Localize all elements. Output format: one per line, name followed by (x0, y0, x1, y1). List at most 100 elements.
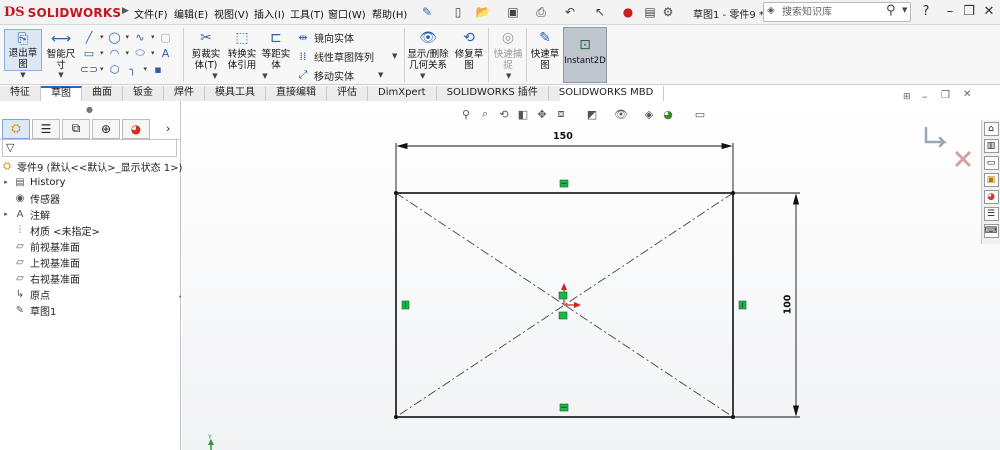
tree-item-top-plane[interactable]: ▱ 上视基准面 (2, 254, 80, 270)
apply-scene-icon[interactable]: ◕ (660, 106, 676, 122)
open-file-icon[interactable]: 📂 (474, 3, 492, 21)
doc-close-icon[interactable]: ✕ (963, 89, 971, 100)
mirror-entities-button[interactable]: ⇹ 镜向实体 (296, 29, 406, 45)
forum-icon[interactable]: ⌨ (983, 224, 999, 238)
point-icon[interactable]: ▪ (151, 62, 165, 76)
previous-view-icon[interactable]: ⟲ (496, 106, 512, 122)
new-document-icon[interactable]: ▯ (449, 3, 467, 21)
rectangle-icon[interactable]: ▭ (82, 46, 96, 60)
menu-insert[interactable]: 插入(I) (254, 6, 285, 21)
instant2d-button[interactable]: ⊡ Instant2D (563, 27, 607, 83)
tree-item-annotations[interactable]: ▸ A 注解 (2, 206, 50, 222)
minimize-icon[interactable]: – (941, 3, 959, 21)
help-icon[interactable]: ? (917, 3, 935, 21)
menu-view[interactable]: 视图(V) (214, 6, 249, 21)
linear-pattern-button[interactable]: ⁞⁞ 线性草图阵列 ▼ (296, 48, 406, 64)
spline-icon[interactable]: ∿ (133, 30, 147, 44)
view-palette-icon[interactable]: ▣ (983, 173, 999, 187)
pin-icon[interactable]: ✎ (418, 3, 436, 21)
print-icon[interactable]: ⎙ (532, 3, 550, 21)
view-settings-icon[interactable]: ▭ (692, 106, 708, 122)
quick-snaps-dropdown-icon[interactable]: ▼ (506, 72, 511, 80)
tab-weldments[interactable]: 焊件 (164, 86, 205, 101)
tab-solidworks-addins[interactable]: SOLIDWORKS 插件 (437, 86, 549, 101)
menu-window[interactable]: 窗口(W) (328, 6, 366, 21)
search-input[interactable] (782, 5, 886, 19)
display-style-icon[interactable]: ◩ (584, 106, 600, 122)
tree-root-part[interactable]: ⛭ 零件9 (默认<<默认>_显示状态 1>) (1, 158, 182, 174)
undo-icon[interactable]: ↶ (561, 3, 579, 21)
doc-minimize-icon[interactable]: – (922, 90, 928, 103)
menu-edit[interactable]: 编辑(E) (174, 6, 208, 21)
window-tile-icon[interactable]: ⊞ (903, 92, 911, 102)
expand-arrow-icon[interactable]: ▸ (2, 178, 10, 186)
dimension-width-value[interactable]: 150 (553, 131, 573, 142)
trim-entities-button[interactable]: ✂ 剪裁实 体(T) (188, 29, 224, 72)
appearances-scenes-icon[interactable]: ◕ (983, 190, 999, 204)
menu-file[interactable]: 文件(F) (134, 6, 168, 21)
smart-dimension-button[interactable]: ⟷ 智能尺 寸 (43, 29, 79, 72)
smart-dimension-dropdown-icon[interactable]: ▼ (58, 71, 63, 83)
move-entities-button[interactable]: ⤢ 移动实体 ▼ (296, 67, 406, 83)
logo-flyout-arrow-icon[interactable]: ▶ (122, 6, 129, 16)
dimension-height-value[interactable]: 100 (782, 295, 793, 315)
pane-grip-icon[interactable]: ● (86, 105, 93, 114)
display-relations-button[interactable]: 👁 显示/删除 几何关系 (406, 29, 450, 72)
tab-solidworks-mbd[interactable]: SOLIDWORKS MBD (549, 86, 665, 101)
cancel-sketch-corner-icon[interactable] (954, 150, 972, 168)
surface-spline-icon[interactable]: ▢ (159, 30, 173, 44)
tree-filter-field[interactable]: ▽ (2, 139, 177, 157)
feature-manager-tab-icon[interactable]: ⛭ (2, 118, 30, 139)
repair-sketch-button[interactable]: ⟲ 修复草 图 (452, 29, 486, 72)
file-properties-icon[interactable]: ▤ (641, 3, 659, 21)
dimxpert-manager-tab-icon[interactable]: ⊕ (92, 118, 120, 139)
offset-entities-button[interactable]: ⊏ 等距实 体 (260, 29, 292, 72)
line-icon[interactable]: ╱ (82, 30, 96, 44)
edit-appearance-icon[interactable]: ◈ (641, 106, 657, 122)
tree-item-origin[interactable]: ↳ 原点 (2, 286, 50, 302)
design-library-icon[interactable]: ▥ (983, 139, 999, 153)
circle-icon[interactable]: ◯ (108, 30, 122, 44)
linear-pattern-dropdown-icon[interactable]: ▼ (392, 52, 397, 60)
exit-sketch-dropdown-icon[interactable]: ▼ (20, 71, 25, 83)
polygon-icon[interactable]: ⬡ (108, 62, 122, 76)
dynamic-annotation-icon[interactable]: ✥ (534, 106, 550, 122)
graphics-area[interactable] (182, 101, 1000, 450)
text-icon[interactable]: A (159, 46, 173, 60)
tab-dimxpert[interactable]: DimXpert (368, 86, 437, 101)
menu-tools[interactable]: 工具(T) (290, 6, 324, 21)
tab-features[interactable]: 特征 (0, 86, 41, 101)
solidworks-logo[interactable]: DS SOLIDWORKS (4, 4, 121, 21)
convert-dropdown-icon[interactable]: ▼ (262, 72, 267, 82)
quick-snaps-button[interactable]: ◎ 快速捕 捉 (490, 29, 526, 72)
custom-properties-icon[interactable]: ☰ (983, 207, 999, 221)
search-dropdown-icon[interactable]: ▼ (902, 6, 907, 14)
tree-item-history[interactable]: ▸ ▤ History (2, 174, 65, 190)
doc-restore-icon[interactable]: ❐ (941, 90, 950, 101)
expand-arrow-icon[interactable]: ▸ (2, 210, 10, 218)
view-orientation-icon[interactable]: ⧈ (553, 106, 569, 122)
slot-icon[interactable]: ⊂⊃ (80, 62, 98, 76)
tab-sheet-metal[interactable]: 钣金 (123, 86, 164, 101)
tree-item-sketch1[interactable]: ✎ 草图1 (2, 302, 57, 318)
rebuild-traffic-light-icon[interactable]: ● (619, 3, 637, 21)
tab-evaluate[interactable]: 评估 (327, 86, 368, 101)
trim-dropdown-icon[interactable]: ▼ (212, 72, 217, 82)
tab-surfaces[interactable]: 曲面 (82, 86, 123, 101)
hide-show-items-icon[interactable]: 👁 (613, 106, 629, 122)
options-gear-icon[interactable]: ⚙ (659, 3, 677, 21)
section-view-icon[interactable]: ◧ (515, 106, 531, 122)
exit-sketch-button[interactable]: ⎘ 退出草 图 (4, 29, 42, 71)
relations-dropdown-icon[interactable]: ▼ (420, 72, 425, 80)
close-icon[interactable]: ✕ (980, 3, 998, 21)
tree-item-sensors[interactable]: ◉ 传感器 (2, 190, 60, 206)
convert-entities-button[interactable]: ⬚ 转换实 体引用 (224, 29, 260, 72)
solidworks-resources-icon[interactable]: ⌂ (983, 122, 999, 136)
arc-icon[interactable]: ◠ (108, 46, 122, 60)
tab-direct-editing[interactable]: 直接编辑 (266, 86, 327, 101)
display-manager-tab-icon[interactable]: ◕ (122, 118, 150, 139)
tree-item-right-plane[interactable]: ▱ 右视基准面 (2, 270, 80, 286)
fillet-icon[interactable]: ╮ (126, 62, 140, 76)
exit-sketch-corner-icon[interactable] (924, 126, 948, 148)
rapid-sketch-button[interactable]: ✎ 快速草 图 (528, 29, 562, 72)
